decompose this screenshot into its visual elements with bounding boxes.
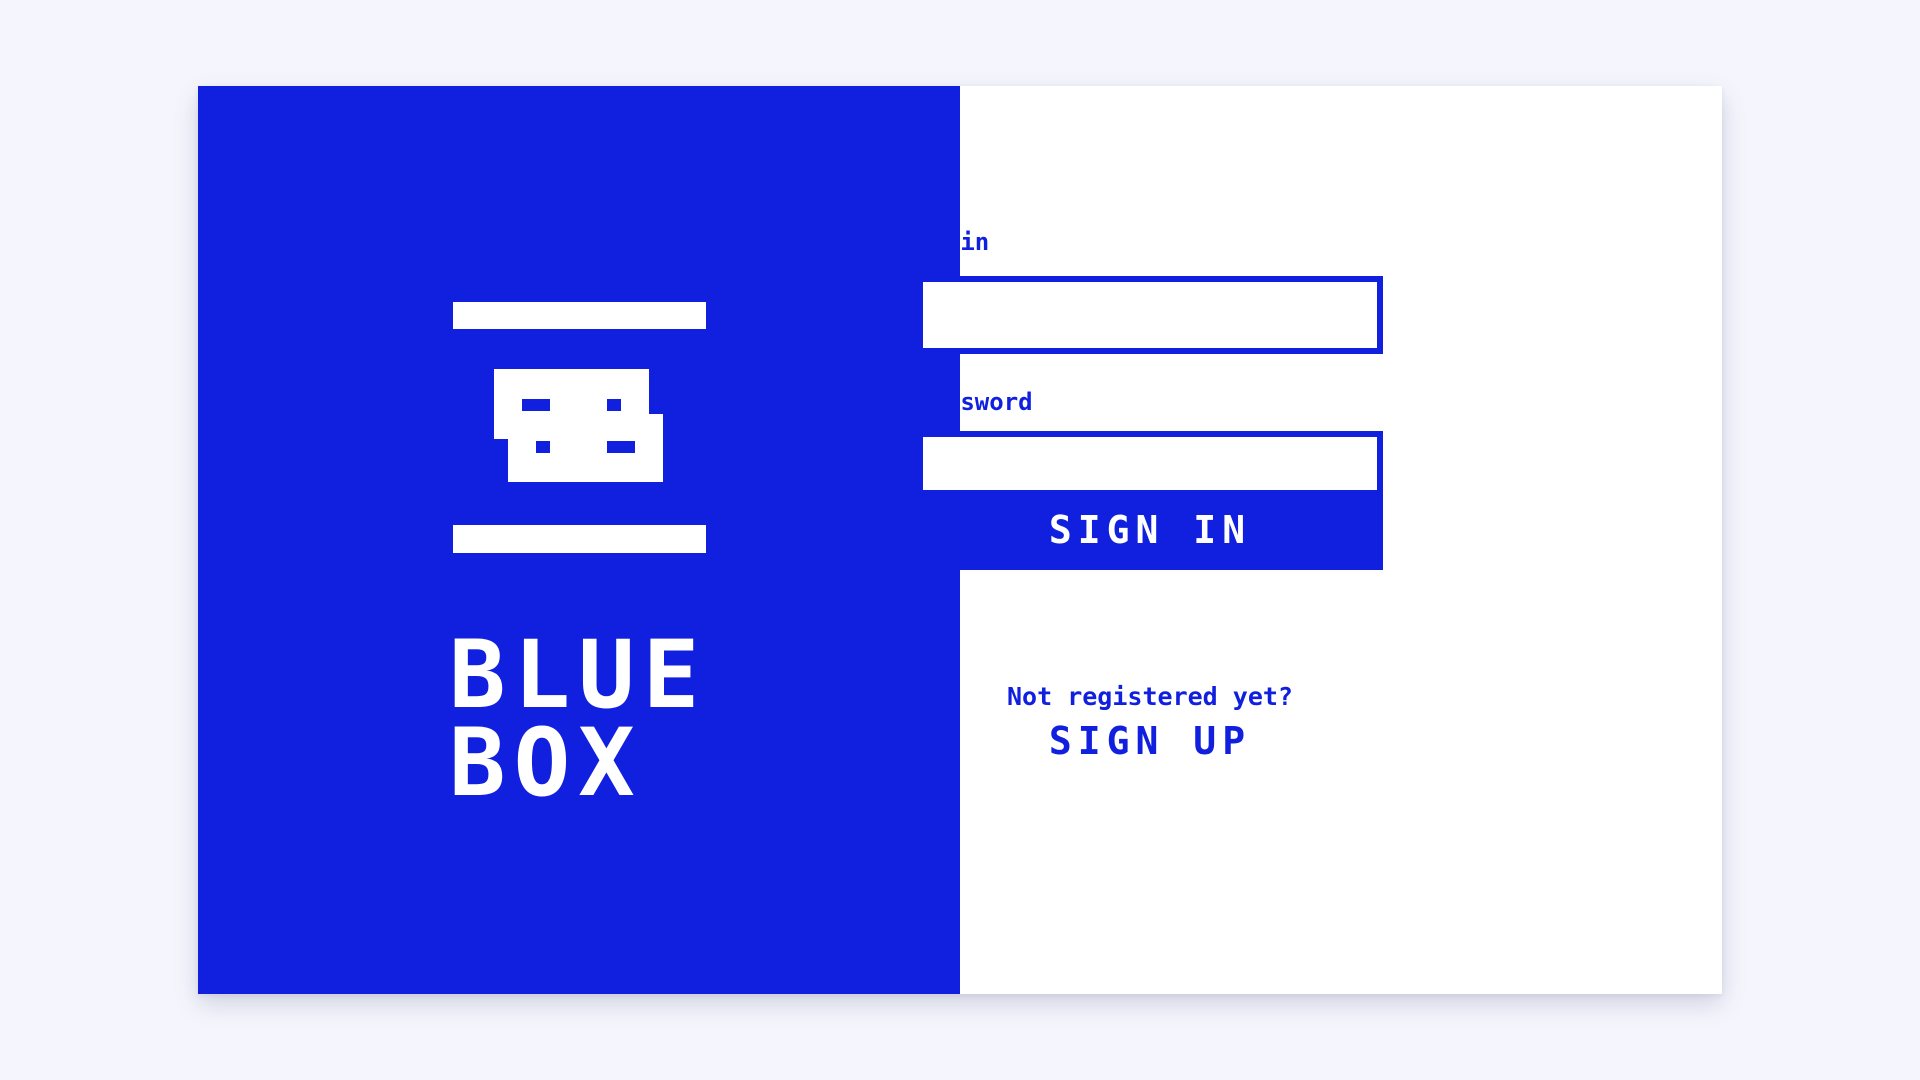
brand-name-line2: BOX xyxy=(449,709,643,818)
sign-in-label: SIGN IN xyxy=(1048,508,1252,552)
login-label: Login xyxy=(917,228,990,256)
login-input[interactable] xyxy=(917,276,1383,354)
register-prompt: Not registered yet? xyxy=(1007,682,1293,711)
password-label: Password xyxy=(917,388,1033,416)
box-robot-icon xyxy=(453,302,706,553)
sign-in-button[interactable]: SIGN IN xyxy=(917,490,1383,570)
brand-wordmark: BLUE BOX xyxy=(449,621,699,818)
sign-up-link[interactable]: SIGN UP xyxy=(917,722,1383,760)
